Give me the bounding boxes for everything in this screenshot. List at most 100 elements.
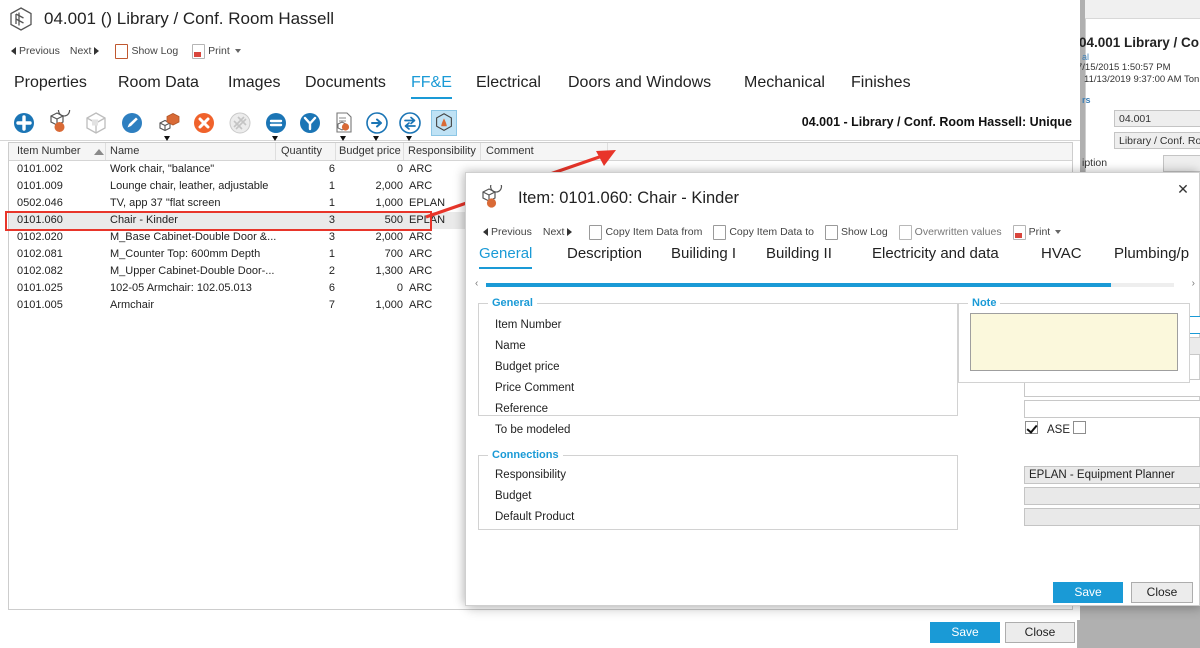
background-field-name[interactable]: Library / Conf. Roo (1114, 132, 1200, 149)
cell-item-budget-price: 500 (384, 214, 403, 226)
reference-input[interactable] (1024, 400, 1200, 418)
budget-price-label: Budget price (495, 361, 560, 373)
item-properties-icon[interactable] (155, 110, 181, 141)
dialog-save-button[interactable]: Save (1053, 582, 1123, 603)
chevron-down-icon (234, 49, 241, 53)
cell-item-responsibility: EPLAN (409, 214, 446, 226)
triangle-left-icon (11, 47, 16, 55)
report-document-icon[interactable] (331, 110, 357, 141)
dialog-tab-general[interactable]: General (479, 245, 533, 269)
cell-item-budget-price: 2,000 (375, 231, 403, 243)
chevron-down-icon (373, 136, 379, 141)
cell-item-quantity: 2 (328, 265, 335, 277)
cell-item-budget-price: 700 (384, 248, 403, 260)
copy-item-data-from-button[interactable]: Copy Item Data from (586, 224, 705, 241)
add-item-group-icon[interactable] (47, 104, 73, 136)
next-button[interactable]: Next (67, 44, 103, 58)
print-button[interactable]: Print (189, 43, 244, 60)
cell-item-name: Armchair (110, 299, 155, 311)
background-field-description[interactable] (1163, 155, 1200, 172)
tab-doors-and-windows[interactable]: Doors and Windows (568, 74, 711, 97)
item-detail-dialog: ✕ Item: 0101.060: Chair - Kinder Previou… (465, 172, 1200, 606)
edit-pencil-icon[interactable] (119, 110, 145, 136)
general-groupbox-legend: General (488, 297, 537, 309)
dialog-tab-scrollbar[interactable]: ‹ › (474, 278, 1196, 290)
dialog-previous-button[interactable]: Previous (480, 225, 535, 239)
tab-room-data[interactable]: Room Data (118, 74, 199, 97)
tab-documents[interactable]: Documents (305, 74, 386, 97)
cell-item-quantity: 3 (328, 231, 335, 243)
tab-finishes[interactable]: Finishes (851, 74, 911, 97)
column-header-quantity[interactable]: Quantity (281, 145, 322, 157)
responsibility-select-value: EPLAN - Equipment Planner (1029, 469, 1175, 481)
tab-mechanical[interactable]: Mechanical (744, 74, 825, 97)
main-close-button[interactable]: Close (1005, 622, 1075, 643)
delete-item-icon[interactable] (191, 110, 217, 136)
tab-images[interactable]: Images (228, 74, 280, 97)
package-box-icon[interactable] (83, 110, 109, 136)
equal-filter-icon[interactable] (263, 110, 289, 141)
tab-electrical[interactable]: Electrical (476, 74, 541, 97)
background-panel-modified: 11/13/2019 9:37:00 AM Ton (1084, 74, 1200, 85)
dialog-tab-description[interactable]: Description (567, 245, 642, 267)
to-be-modeled-checkbox[interactable] (1025, 421, 1038, 434)
dialog-tab-plumbing[interactable]: Plumbing/p (1114, 245, 1189, 267)
show-log-button[interactable]: Show Log (112, 43, 181, 60)
move-to-icon[interactable] (364, 110, 390, 141)
connections-groupbox-legend: Connections (488, 449, 563, 461)
note-textarea[interactable] (970, 313, 1178, 371)
scroll-left-icon[interactable]: ‹ (475, 278, 478, 289)
dialog-next-button[interactable]: Next (540, 225, 576, 239)
dialog-tab-electricity-and-data[interactable]: Electricity and data (872, 245, 999, 267)
add-item-icon[interactable] (11, 110, 37, 136)
table-header-row: Item Number Name Quantity Budget price R… (9, 143, 1072, 161)
exchange-icon[interactable] (397, 110, 423, 141)
main-save-button[interactable]: Save (930, 622, 1000, 643)
tab-ffe[interactable]: FF&E (411, 74, 452, 99)
copy-from-label: Copy Item Data from (605, 226, 703, 238)
tab-properties[interactable]: Properties (14, 74, 87, 97)
column-header-comment[interactable]: Comment (486, 145, 534, 157)
background-panel-section: rs (1082, 95, 1091, 105)
column-header-name[interactable]: Name (110, 145, 139, 157)
responsibility-select[interactable]: EPLAN - Equipment Planner ▾ (1024, 466, 1200, 484)
dialog-tab-building-1[interactable]: Builiding I (671, 245, 736, 267)
ase-checkbox[interactable] (1073, 421, 1086, 434)
cell-item-budget-price: 0 (396, 282, 403, 294)
scrollbar-thumb[interactable] (486, 283, 1111, 287)
column-header-item-number[interactable]: Item Number (17, 145, 81, 157)
model-item-icon[interactable] (431, 110, 457, 136)
scroll-right-icon[interactable]: › (1192, 278, 1195, 289)
dialog-tab-hvac[interactable]: HVAC (1041, 245, 1082, 267)
dialog-navbar: Previous Next Copy Item Data from Copy I… (480, 223, 1064, 241)
print-label: Print (208, 45, 230, 57)
overwritten-values-icon (898, 224, 912, 240)
dialog-close-button[interactable]: ✕ (1173, 179, 1193, 199)
overwritten-values-button[interactable]: Overwritten values (896, 224, 1005, 241)
link-disabled-icon[interactable] (227, 110, 253, 136)
cell-item-name: Chair - Kinder (110, 214, 178, 226)
budget-label: Budget (495, 490, 532, 502)
previous-button[interactable]: Previous (8, 44, 63, 58)
default-product-select[interactable]: ▾ (1024, 508, 1200, 526)
dialog-print-button[interactable]: Print (1010, 224, 1065, 241)
background-field-number[interactable]: 04.001 (1114, 110, 1200, 127)
cell-item-number: 0102.081 (17, 248, 63, 260)
cell-item-name: TV, app 37 "flat screen (110, 197, 221, 209)
copy-item-data-to-button[interactable]: Copy Item Data to (710, 224, 817, 241)
ase-label: ASE (1047, 424, 1071, 436)
triangle-right-icon (567, 228, 573, 236)
cell-item-quantity: 6 (328, 163, 335, 175)
name-label: Name (495, 340, 526, 352)
dialog-show-log-button[interactable]: Show Log (822, 224, 891, 241)
item-chair-icon (482, 185, 502, 208)
column-header-budget-price[interactable]: Budget price (339, 145, 401, 157)
merge-icon[interactable] (297, 110, 323, 136)
dialog-tab-building-2[interactable]: Building II (766, 245, 832, 267)
column-header-responsibility[interactable]: Responsibility (408, 145, 476, 157)
dialog-close-footer-button[interactable]: Close (1131, 582, 1193, 603)
cell-item-number: 0502.046 (17, 197, 63, 209)
dialog-print-label: Print (1028, 226, 1051, 238)
cell-item-name: 102-05 Armchair: 102.05.013 (110, 282, 252, 294)
budget-select[interactable]: ▾ (1024, 487, 1200, 505)
